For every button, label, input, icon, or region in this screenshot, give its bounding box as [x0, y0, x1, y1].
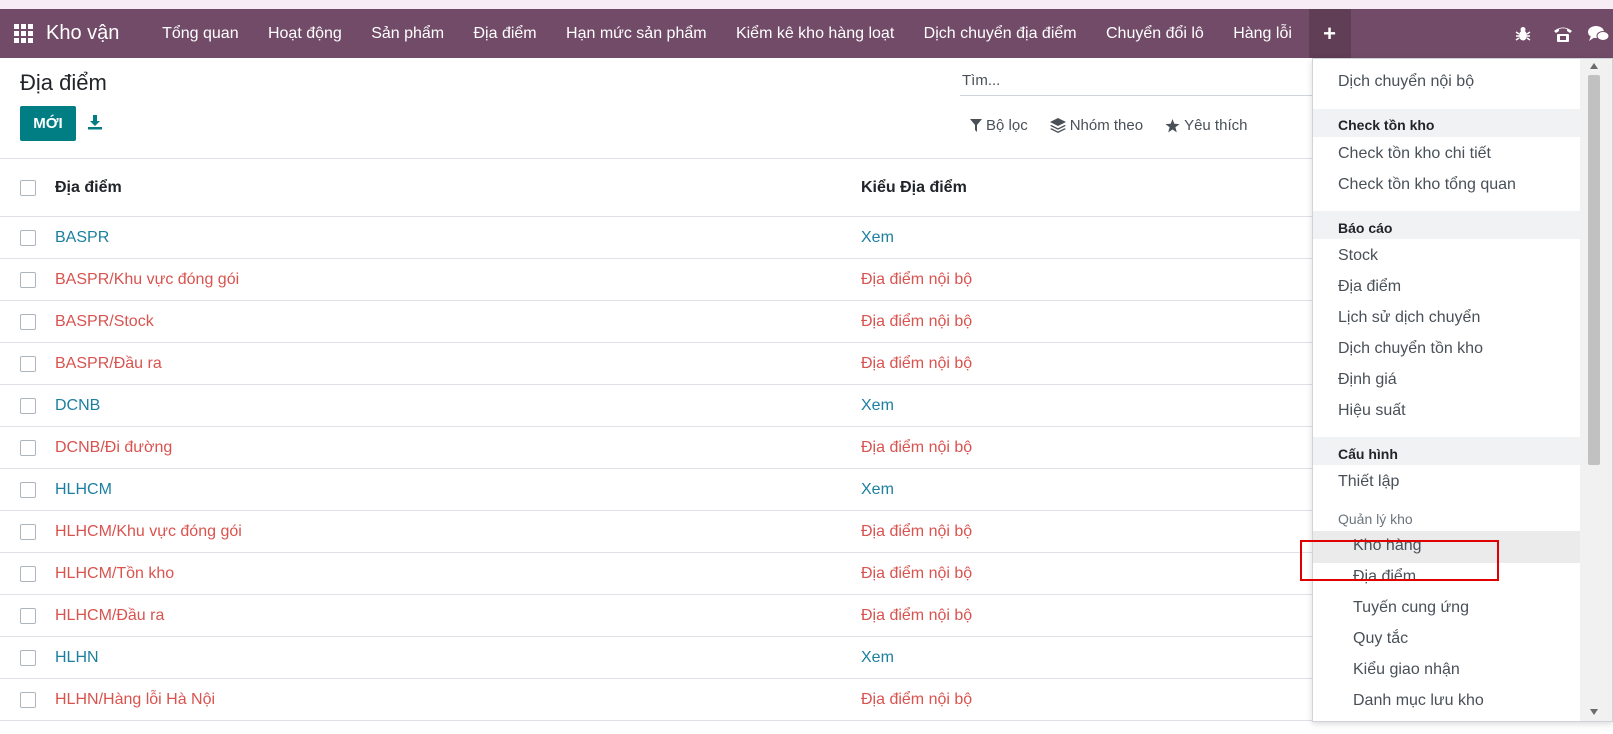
cell-location-type[interactable]: Địa điểm nội bộ — [861, 313, 972, 331]
cell-location-name[interactable]: BASPR/Khu vực đóng gói — [55, 271, 239, 289]
row-checkbox[interactable] — [20, 607, 36, 624]
dropdown-item-performance[interactable]: Hiệu suất — [1338, 402, 1406, 420]
top-strip — [0, 0, 1613, 9]
scroll-up-arrow-icon[interactable] — [1590, 63, 1598, 69]
dropdown-scrollbar[interactable] — [1580, 59, 1612, 721]
app-brand[interactable]: Kho vận — [46, 22, 147, 45]
dropdown-item-operation-types[interactable]: Kiểu giao nhận — [1353, 661, 1460, 679]
main-navbar: Kho vận Tổng quan Hoạt động Sản phẩm Địa… — [0, 9, 1613, 58]
menu-overview[interactable]: Tổng quan — [147, 9, 253, 58]
cell-location-type[interactable]: Địa điểm nội bộ — [861, 439, 972, 457]
group-warehouse-management: Quản lý kho — [1338, 511, 1413, 527]
cell-location-name[interactable]: DCNB/Đi đường — [55, 439, 172, 457]
highlight-annotation-box — [1300, 540, 1499, 581]
menu-lot-conversion[interactable]: Chuyển đổi lô — [1091, 9, 1218, 58]
cell-location-name[interactable]: HLHCM/Đầu ra — [55, 607, 164, 625]
row-checkbox[interactable] — [20, 649, 36, 666]
menu-batch-inventory[interactable]: Kiểm kê kho hàng loạt — [721, 9, 909, 58]
dropdown-item-stock-moves[interactable]: Dịch chuyển tồn kho — [1338, 340, 1483, 358]
cell-location-name[interactable]: DCNB — [55, 397, 100, 415]
menu-products[interactable]: Sản phẩm — [357, 9, 459, 58]
section-header-check-stock: Check tồn kho — [1338, 117, 1435, 133]
row-checkbox[interactable] — [20, 565, 36, 582]
cell-location-type[interactable]: Địa điểm nội bộ — [861, 607, 972, 625]
dropdown-item-valuation[interactable]: Định giá — [1338, 371, 1397, 389]
cell-location-type[interactable]: Địa điểm nội bộ — [861, 355, 972, 373]
dropdown-item-internal-transfer[interactable]: Dịch chuyển nội bộ — [1338, 73, 1474, 91]
row-checkbox[interactable] — [20, 691, 36, 708]
apps-menu-icon[interactable] — [0, 9, 46, 58]
row-checkbox[interactable] — [20, 439, 36, 456]
row-checkbox[interactable] — [20, 397, 36, 414]
dropdown-item-rules[interactable]: Quy tắc — [1353, 630, 1408, 648]
download-icon[interactable] — [87, 114, 105, 132]
row-checkbox[interactable] — [20, 271, 36, 288]
row-checkbox[interactable] — [20, 523, 36, 540]
cell-location-type[interactable]: Địa điểm nội bộ — [861, 271, 972, 289]
phone-icon[interactable] — [1543, 9, 1583, 58]
filter-button[interactable]: Bộ lọc — [970, 117, 1028, 134]
group-by-label: Nhóm theo — [1069, 117, 1144, 134]
group-by-button[interactable]: Nhóm theo — [1049, 117, 1144, 134]
cell-location-type[interactable]: Địa điểm nội bộ — [861, 565, 972, 583]
dropdown-item-locations-report[interactable]: Địa điểm — [1338, 278, 1401, 296]
dropdown-item-stock-overview[interactable]: Check tồn kho tổng quan — [1338, 176, 1516, 194]
menu-operations[interactable]: Hoạt động — [253, 9, 356, 58]
dropdown-item-stock-detail[interactable]: Check tồn kho chi tiết — [1338, 145, 1491, 163]
cell-location-name[interactable]: BASPR — [55, 229, 109, 247]
scroll-thumb[interactable] — [1588, 75, 1600, 465]
cell-location-name[interactable]: BASPR/Stock — [55, 313, 154, 331]
page-title: Địa điểm — [20, 70, 107, 95]
bug-icon[interactable] — [1503, 9, 1543, 58]
cell-location-name[interactable]: HLHN — [55, 649, 99, 667]
cell-location-type[interactable]: Xem — [861, 481, 894, 499]
row-checkbox[interactable] — [20, 313, 36, 330]
section-header-reports: Báo cáo — [1338, 220, 1393, 236]
cell-location-name[interactable]: HLHCM — [55, 481, 112, 499]
new-button[interactable]: MỚI — [20, 106, 76, 141]
dropdown-item-settings[interactable]: Thiết lập — [1338, 473, 1399, 491]
select-all-checkbox[interactable] — [20, 179, 36, 196]
favorites-label: Yêu thích — [1184, 117, 1248, 134]
cell-location-name[interactable]: HLHCM/Khu vực đóng gói — [55, 523, 242, 541]
column-location-type[interactable]: Kiểu Địa điểm — [861, 179, 967, 197]
chat-icon[interactable] — [1583, 9, 1613, 58]
row-checkbox[interactable] — [20, 481, 36, 498]
cell-location-name[interactable]: BASPR/Đầu ra — [55, 355, 162, 373]
menu-location-moves[interactable]: Dịch chuyển địa điểm — [909, 9, 1091, 58]
search-input[interactable]: Tìm... — [960, 66, 1320, 96]
scroll-down-arrow-icon[interactable] — [1590, 709, 1598, 715]
cell-location-type[interactable]: Xem — [861, 229, 894, 247]
cell-location-name[interactable]: HLHCM/Tồn kho — [55, 565, 174, 583]
menu-locations[interactable]: Địa điểm — [459, 9, 552, 58]
filter-icon — [970, 119, 982, 132]
more-menu-dropdown: Dịch chuyển nội bộ Check tồn kho Check t… — [1312, 58, 1613, 722]
cell-location-type[interactable]: Địa điểm nội bộ — [861, 691, 972, 709]
dropdown-item-move-history[interactable]: Lịch sử dịch chuyển — [1338, 309, 1480, 327]
cell-location-name[interactable]: HLHN/Hàng lỗi Hà Nội — [55, 691, 215, 709]
row-checkbox[interactable] — [20, 229, 36, 246]
section-header-config: Cấu hình — [1338, 446, 1398, 462]
favorites-button[interactable]: Yêu thích — [1165, 117, 1247, 134]
dropdown-item-storage-categories[interactable]: Danh mục lưu kho — [1353, 692, 1484, 710]
filter-label: Bộ lọc — [986, 117, 1028, 134]
cell-location-type[interactable]: Địa điểm nội bộ — [861, 523, 972, 541]
star-icon — [1165, 118, 1180, 132]
column-location[interactable]: Địa điểm — [55, 179, 122, 197]
menu-product-limits[interactable]: Hạn mức sản phẩm — [551, 9, 721, 58]
dropdown-item-stock[interactable]: Stock — [1338, 247, 1378, 265]
row-checkbox[interactable] — [20, 355, 36, 372]
layers-icon — [1049, 118, 1066, 133]
cell-location-type[interactable]: Xem — [861, 649, 894, 667]
menu-defective-goods[interactable]: Hàng lỗi — [1219, 9, 1307, 58]
dropdown-item-routes[interactable]: Tuyến cung ứng — [1353, 599, 1469, 617]
more-menu-button[interactable]: + — [1308, 9, 1351, 58]
cell-location-type[interactable]: Xem — [861, 397, 894, 415]
